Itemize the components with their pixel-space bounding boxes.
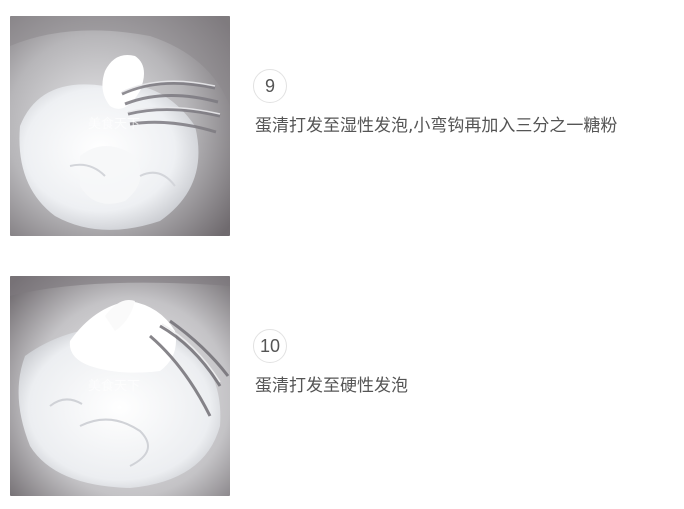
meringue-photo-image: 美食天下 <box>10 16 230 236</box>
step-description: 蛋清打发至硬性发泡 <box>255 376 408 396</box>
step-photo: 美食天下 <box>10 276 230 496</box>
meringue-photo-image: 美食天下 <box>10 276 230 496</box>
step-photo: 美食天下 <box>10 16 230 236</box>
step-item: 美食天下 10 蛋清打发至硬性发泡 <box>10 276 674 496</box>
step-description: 蛋清打发至湿性发泡,小弯钩再加入三分之一糖粉 <box>255 116 618 136</box>
step-item: 美食天下 9 蛋清打发至湿性发泡,小弯钩再加入三分之一糖粉 <box>10 16 674 236</box>
watermark-text: 美食天下 <box>88 116 140 132</box>
watermark-text: 美食天下 <box>88 378 140 394</box>
step-number-badge: 10 <box>253 329 287 363</box>
step-number-badge: 9 <box>253 69 287 103</box>
